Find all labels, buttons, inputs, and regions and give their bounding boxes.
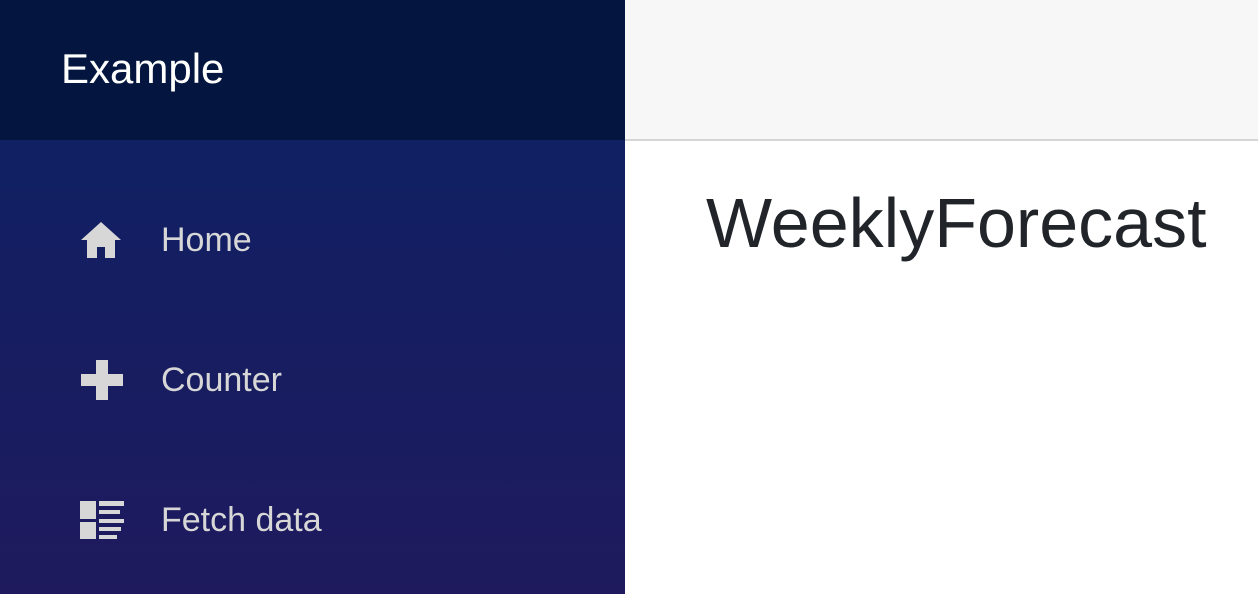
brand-link[interactable]: Example	[61, 48, 224, 90]
plus-icon	[79, 360, 125, 400]
page-title: WeeklyForecast	[706, 184, 1207, 262]
brand-bar: Example	[0, 0, 625, 140]
sidebar-item-fetch-data[interactable]: Fetch data	[79, 495, 322, 545]
sidebar: Example Home Counter Fetch data	[0, 0, 625, 594]
sidebar-item-label: Fetch data	[161, 500, 322, 539]
main-content: WeeklyForecast	[625, 0, 1258, 594]
list-rich-icon	[79, 500, 125, 540]
sidebar-item-label: Home	[161, 220, 252, 259]
top-row	[625, 0, 1258, 141]
sidebar-item-label: Counter	[161, 360, 282, 399]
sidebar-item-home[interactable]: Home	[79, 215, 252, 265]
sidebar-item-counter[interactable]: Counter	[79, 355, 282, 405]
app-shell: Example Home Counter Fetch data WeeklyFo…	[0, 0, 1258, 594]
home-icon	[79, 220, 125, 260]
